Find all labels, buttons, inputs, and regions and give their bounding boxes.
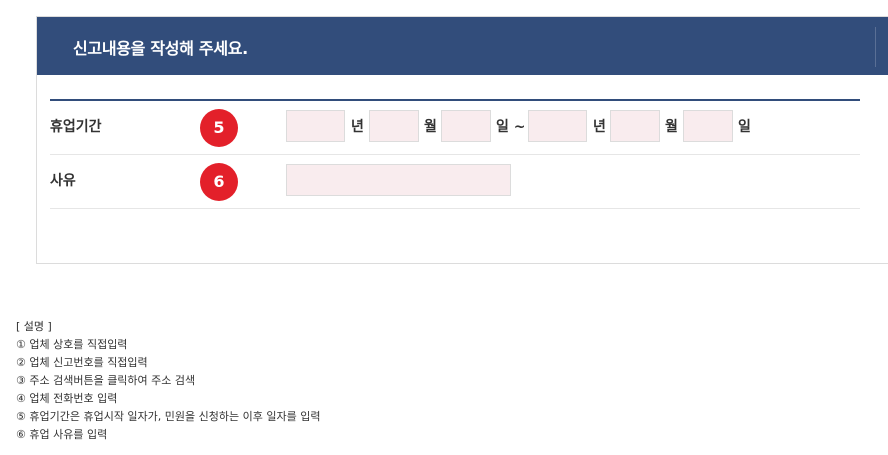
reason-row: 사유 6 [50, 155, 860, 209]
reason-label: 사유 [50, 173, 76, 189]
start-day-input[interactable] [441, 110, 491, 142]
description-item: ⑥ 휴업 사유를 입력 [16, 428, 108, 441]
description-item: ④ 업체 전화번호 입력 [16, 392, 118, 405]
description-item: ① 업체 상호를 직접입력 [16, 338, 128, 351]
end-month-input[interactable] [610, 110, 660, 142]
description-item: ③ 주소 검색버튼을 클릭하여 주소 검색 [16, 374, 196, 387]
header-divider [875, 27, 876, 67]
start-year-unit: 년 [351, 119, 364, 135]
report-form: 휴업기간 5 년 월 일 ~ 년 월 일 사유 6 [50, 99, 860, 209]
start-day-unit: 일 ~ [496, 119, 526, 135]
closure-period-row: 휴업기간 5 년 월 일 ~ 년 월 일 [50, 101, 860, 155]
panel-title: 신고내용을 작성해 주세요. [73, 39, 248, 58]
description-item: ② 업체 신고번호를 직접입력 [16, 356, 148, 369]
end-year-unit: 년 [593, 119, 606, 135]
description-block: [ 설명 ] ① 업체 상호를 직접입력 ② 업체 신고번호를 직접입력 ③ 주… [16, 318, 320, 444]
reason-input[interactable] [286, 164, 511, 196]
start-month-input[interactable] [369, 110, 419, 142]
panel-header: 신고내용을 작성해 주세요. [37, 17, 888, 75]
end-year-input[interactable] [528, 110, 587, 142]
description-item: ⑤ 휴업기간은 휴업시작 일자가, 민원을 신청하는 이후 일자를 입력 [16, 410, 321, 423]
end-day-input[interactable] [683, 110, 733, 142]
step-6-badge: 6 [200, 163, 238, 201]
start-year-input[interactable] [286, 110, 345, 142]
closure-period-label: 휴업기간 [50, 119, 102, 135]
end-month-unit: 월 [665, 119, 678, 135]
end-day-unit: 일 [738, 119, 751, 135]
step-5-badge: 5 [200, 109, 238, 147]
description-heading: [ 설명 ] [16, 320, 52, 333]
start-month-unit: 월 [424, 119, 437, 135]
